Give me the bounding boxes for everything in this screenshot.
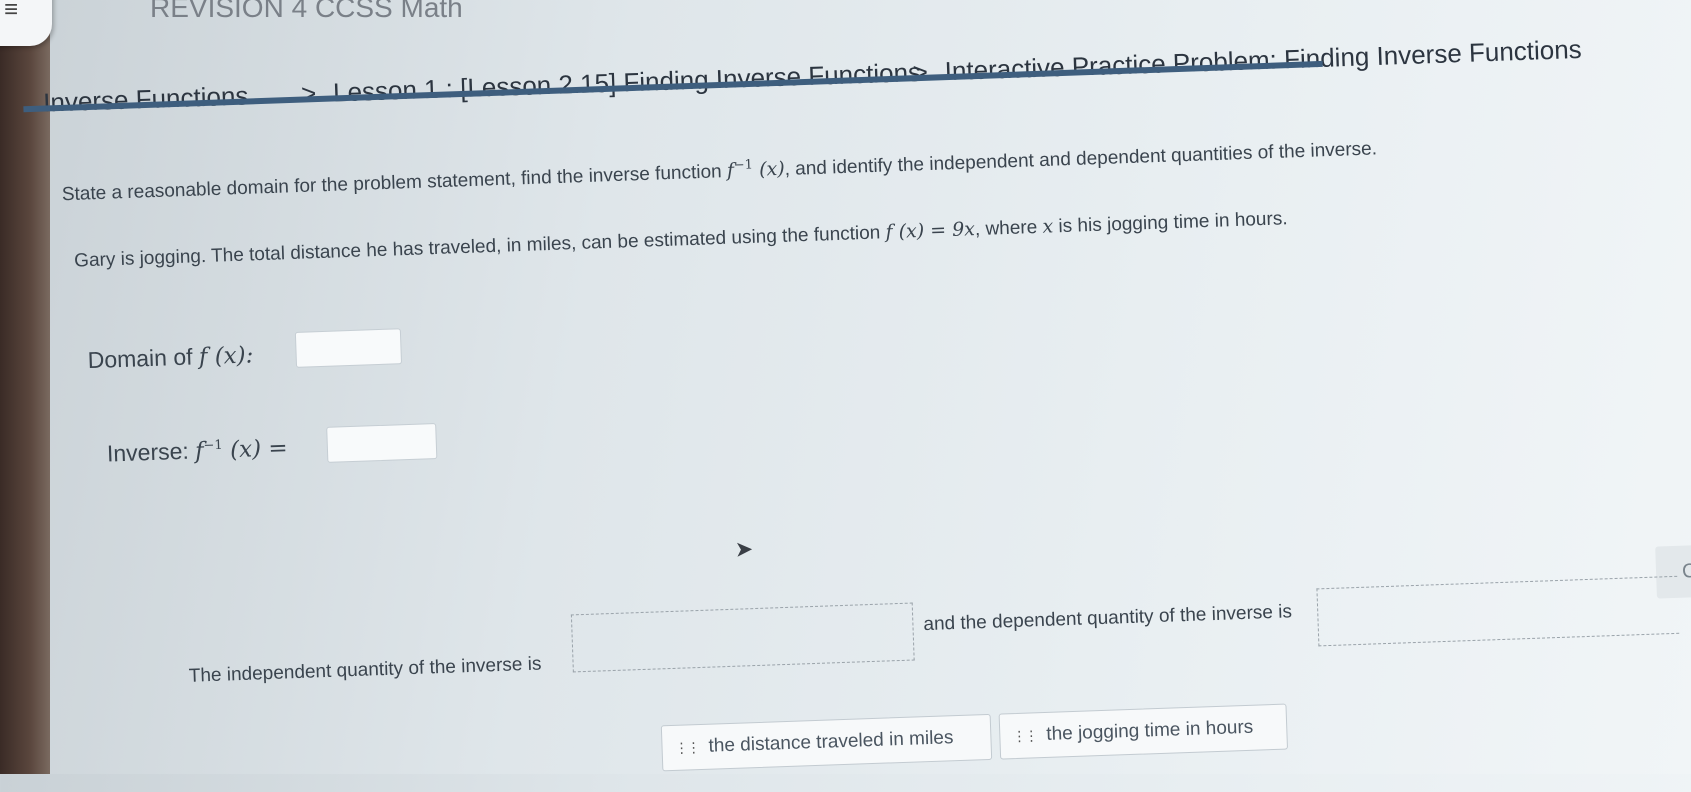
drag-handle-icon: ⋮⋮	[1012, 726, 1037, 744]
dependent-quantity-dropzone[interactable]	[1316, 575, 1680, 647]
inverse-answer-input[interactable]	[326, 423, 438, 463]
story-text-mid: , where	[974, 216, 1038, 241]
independent-quantity-label: The independent quantity of the inverse …	[188, 653, 542, 687]
choice-jogging-time[interactable]: ⋮⋮ the jogging time in hours	[998, 703, 1289, 760]
instruction-function: f−1 (x)	[726, 157, 786, 183]
breadcrumb-separator: >	[912, 56, 929, 88]
story-text-end: is his jogging time in hours.	[1058, 208, 1288, 238]
domain-answer-input[interactable]	[294, 328, 403, 368]
inverse-label: Inverse: f−1 (x) =	[106, 435, 289, 467]
chevron-right-icon: ›	[0, 0, 3, 3]
domain-label: Domain of f (x):	[87, 342, 254, 374]
problem-content: State a reasonable domain for the proble…	[60, 83, 1691, 780]
mouse-cursor-icon: ➤	[734, 536, 754, 562]
story-text: Gary is jogging. The total distance he h…	[73, 222, 881, 272]
drag-handle-icon: ⋮⋮	[674, 738, 699, 756]
problem-instruction: State a reasonable domain for the proble…	[61, 136, 1378, 206]
instruction-text-end: , and identify the independent and depen…	[784, 138, 1378, 181]
independent-quantity-dropzone[interactable]	[570, 602, 915, 673]
dependent-quantity-label: and the dependent quantity of the invers…	[923, 601, 1293, 636]
breadcrumb-item-current: Interactive Practice Problem: Finding In…	[944, 33, 1583, 87]
instruction-text: State a reasonable domain for the proble…	[61, 161, 723, 206]
breadcrumb-separator: >	[300, 78, 317, 109]
story-function: f (x) = 9x	[885, 218, 976, 244]
menu-icon: ≡	[4, 0, 19, 23]
choice-distance-traveled[interactable]: ⋮⋮ the distance traveled in miles	[660, 713, 993, 772]
story-variable: x	[1042, 215, 1054, 238]
problem-story: Gary is jogging. The total distance he h…	[74, 207, 1288, 272]
